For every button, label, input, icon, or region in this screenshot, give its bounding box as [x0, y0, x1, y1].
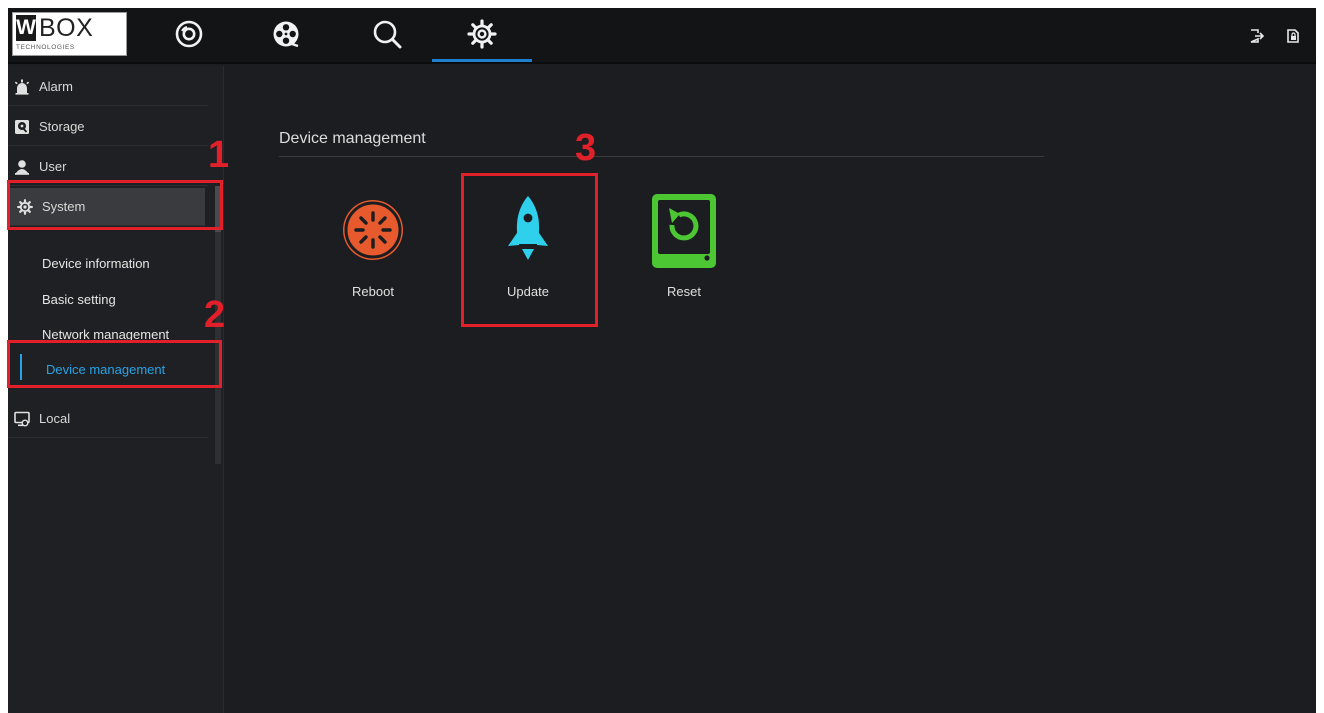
nav-active-indicator: [432, 59, 532, 62]
user-icon: [15, 159, 29, 175]
alarm-icon: [14, 79, 30, 95]
sidebar-item-label: Storage: [39, 119, 85, 134]
search-icon: [373, 20, 402, 49]
annotation-number-3: 3: [575, 127, 597, 169]
reboot-icon: [343, 200, 403, 260]
lock-icon[interactable]: [1285, 28, 1301, 44]
top-bar: W BOX TECHNOLOGIES: [8, 8, 1316, 64]
annotation-number-1: 1: [208, 134, 230, 176]
logo-w: W: [16, 15, 36, 41]
sidebar-sub-device-information[interactable]: Device information: [42, 256, 150, 280]
sidebar-sub-basic-setting[interactable]: Basic setting: [42, 292, 116, 316]
local-icon: [14, 411, 30, 426]
sidebar-item-alarm[interactable]: Alarm: [8, 68, 208, 106]
sidebar-item-label: User: [39, 159, 67, 174]
divider: [279, 156, 1044, 157]
sidebar-item-label: Local: [39, 411, 71, 426]
annotation-box-1: [7, 180, 223, 230]
annotation-number-2: 2: [204, 294, 226, 336]
reboot-label: Reboot: [352, 284, 394, 299]
sidebar-item-storage[interactable]: Storage: [8, 108, 208, 146]
reboot-button[interactable]: Reboot: [313, 194, 433, 304]
logo-box: BOX: [39, 14, 94, 42]
logout-icon[interactable]: [1249, 28, 1265, 44]
playback-icon: [273, 21, 299, 48]
reset-button[interactable]: Reset: [624, 194, 744, 304]
storage-icon: [15, 119, 29, 134]
reset-label: Reset: [667, 284, 701, 299]
settings-icon: [467, 19, 497, 49]
sidebar-item-label: Alarm: [39, 79, 73, 94]
nav-settings[interactable]: [449, 8, 515, 60]
page-title: Device management: [279, 130, 426, 147]
sidebar: Alarm Storage User System Device informa…: [8, 66, 224, 713]
logo-tagline: TECHNOLOGIES: [16, 44, 75, 51]
annotation-box-2: [7, 340, 222, 388]
logo: W BOX TECHNOLOGIES: [12, 12, 127, 56]
sidebar-item-local[interactable]: Local: [8, 400, 208, 438]
nav-search[interactable]: [354, 8, 420, 60]
nav-playback[interactable]: [253, 8, 319, 60]
live-view-icon: [175, 20, 203, 48]
nav-live-view[interactable]: [156, 8, 222, 60]
reset-icon: [652, 194, 716, 268]
annotation-box-3: [461, 173, 598, 327]
